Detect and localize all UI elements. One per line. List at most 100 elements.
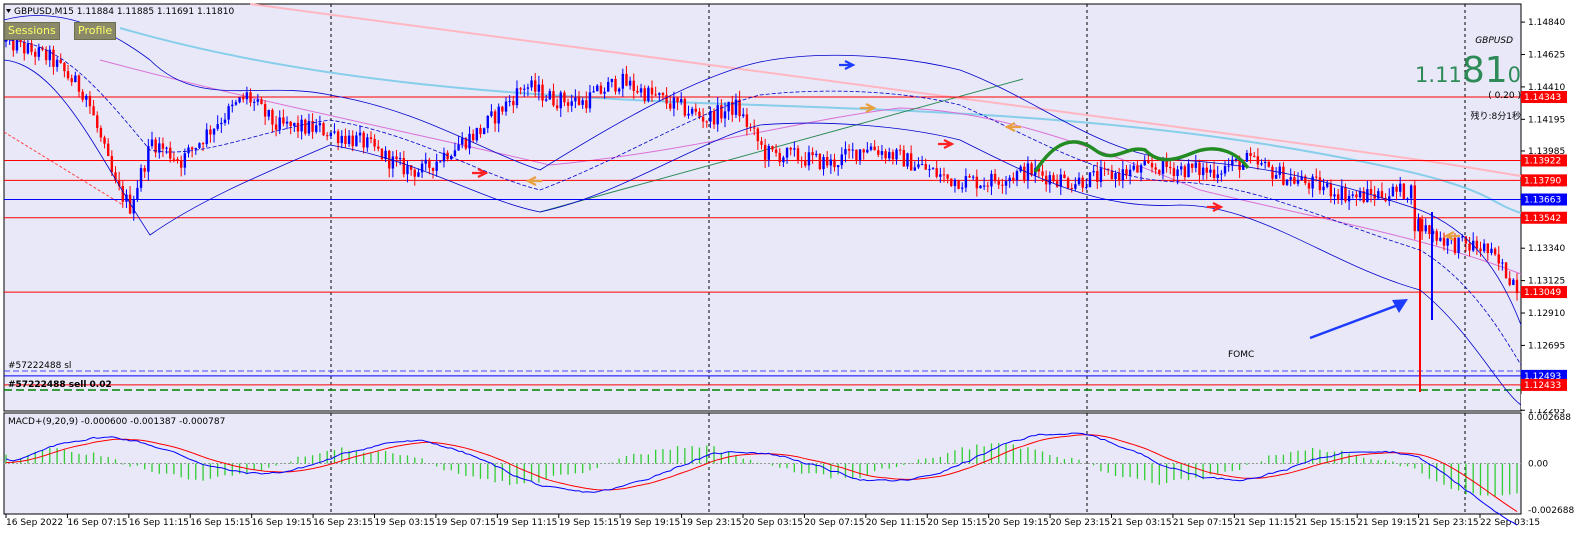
price-tick-label: 1.13125 xyxy=(1528,277,1565,287)
window-title: GBPUSD,M15 1.11884 1.11885 1.11691 1.118… xyxy=(14,7,234,17)
time-tick-label: 16 Sep 11:15 xyxy=(129,518,189,528)
time-tick-label: 16 Sep 07:15 xyxy=(67,518,127,528)
candle-body xyxy=(782,157,785,163)
candle-body xyxy=(665,95,668,104)
candle-body xyxy=(176,159,179,161)
candle-body xyxy=(66,71,70,79)
candle-body xyxy=(59,59,62,63)
overlay-symbol: GBPUSD xyxy=(1475,36,1513,46)
candle-body xyxy=(588,92,592,109)
candle-body xyxy=(1271,166,1274,179)
candle-body xyxy=(581,100,584,105)
candle-body xyxy=(840,154,843,166)
candle-body xyxy=(844,149,847,155)
candle-body xyxy=(807,152,811,166)
candle-body xyxy=(898,149,902,151)
candle-body xyxy=(1493,248,1497,255)
candle-body xyxy=(307,120,311,134)
candle-body xyxy=(482,128,486,135)
candle-body xyxy=(906,153,909,167)
candle-body xyxy=(862,149,865,153)
candle-body xyxy=(672,97,676,109)
candle-body xyxy=(1114,173,1117,180)
candle-body xyxy=(1070,187,1073,189)
candle-body xyxy=(745,114,749,127)
candle-body xyxy=(785,147,789,158)
profile-button[interactable]: Profile xyxy=(74,22,117,40)
time-tick-label: 20 Sep 11:15 xyxy=(866,518,926,528)
candle-body xyxy=(577,97,581,105)
candle-body xyxy=(1245,152,1249,162)
candle-body xyxy=(1333,194,1336,197)
candle-body xyxy=(1457,237,1460,253)
candle-body xyxy=(928,169,931,171)
candle-body xyxy=(1088,172,1092,188)
candle-body xyxy=(106,143,110,157)
candle-body xyxy=(355,135,358,147)
level-tag-label: 1.14343 xyxy=(1524,93,1561,103)
candle-body xyxy=(136,187,139,200)
time-tick-label: 19 Sep 07:15 xyxy=(436,518,496,528)
candle-body xyxy=(190,147,194,150)
candle-body xyxy=(417,172,420,177)
candle-body xyxy=(1008,177,1011,182)
candle-body xyxy=(847,149,851,151)
candle-body xyxy=(475,127,479,141)
candle-body xyxy=(501,106,504,112)
candle-body xyxy=(1253,155,1256,157)
candle-body xyxy=(435,161,438,171)
fomc-label: FOMC xyxy=(1228,350,1254,360)
candle-body xyxy=(643,88,646,101)
candle-body xyxy=(815,153,818,156)
candle-body xyxy=(888,152,891,159)
macd-label: MACD+(9,20,9) -0.000600 -0.001387 -0.000… xyxy=(8,417,225,427)
candle-body xyxy=(570,101,573,106)
candle-body xyxy=(811,152,814,156)
candle-body xyxy=(694,108,698,112)
candle-body xyxy=(997,181,1000,185)
candle-body xyxy=(497,106,500,124)
level-tag-label: 1.12433 xyxy=(1524,381,1561,391)
candle-body xyxy=(596,85,599,92)
candle-body xyxy=(639,88,643,93)
candle-body xyxy=(1490,248,1493,254)
candle-body xyxy=(1110,170,1114,180)
candle-body xyxy=(63,62,66,72)
candle-body xyxy=(1504,262,1508,279)
candle-body xyxy=(227,106,230,120)
candle-body xyxy=(1358,191,1362,198)
candle-body xyxy=(1318,177,1322,191)
candle-body xyxy=(1399,183,1402,192)
candle-body xyxy=(1515,279,1519,294)
candle-body xyxy=(1439,237,1442,241)
candle-body xyxy=(1475,240,1479,249)
candle-body xyxy=(1508,278,1511,285)
candle-body xyxy=(548,91,552,100)
candle-body xyxy=(33,51,37,57)
candle-body xyxy=(1340,187,1344,200)
time-tick-label: 19 Sep 15:15 xyxy=(559,518,619,528)
candle-body xyxy=(851,149,854,151)
overlay-price-prefix: 1.11 xyxy=(1415,63,1462,87)
candle-body xyxy=(1355,194,1358,198)
candle-body xyxy=(81,91,84,100)
sessions-button[interactable]: Sessions xyxy=(4,22,60,40)
time-tick-label: 20 Sep 07:15 xyxy=(804,518,864,528)
candle-body xyxy=(986,185,989,187)
candle-body xyxy=(1077,177,1081,185)
candle-body xyxy=(201,143,205,145)
candle-body xyxy=(377,146,380,149)
candle-body xyxy=(1220,173,1223,175)
candle-body xyxy=(486,115,489,129)
candle-body xyxy=(267,109,270,117)
candle-body xyxy=(621,73,625,89)
candle-body xyxy=(85,95,88,100)
candle-body xyxy=(216,124,219,129)
candle-body xyxy=(658,93,661,95)
candle-body xyxy=(1172,168,1176,177)
candle-body xyxy=(771,146,774,150)
candle-body xyxy=(607,81,610,92)
candle-body xyxy=(869,146,873,150)
candle-body xyxy=(172,158,176,160)
time-tick-label: 20 Sep 19:15 xyxy=(989,518,1049,528)
